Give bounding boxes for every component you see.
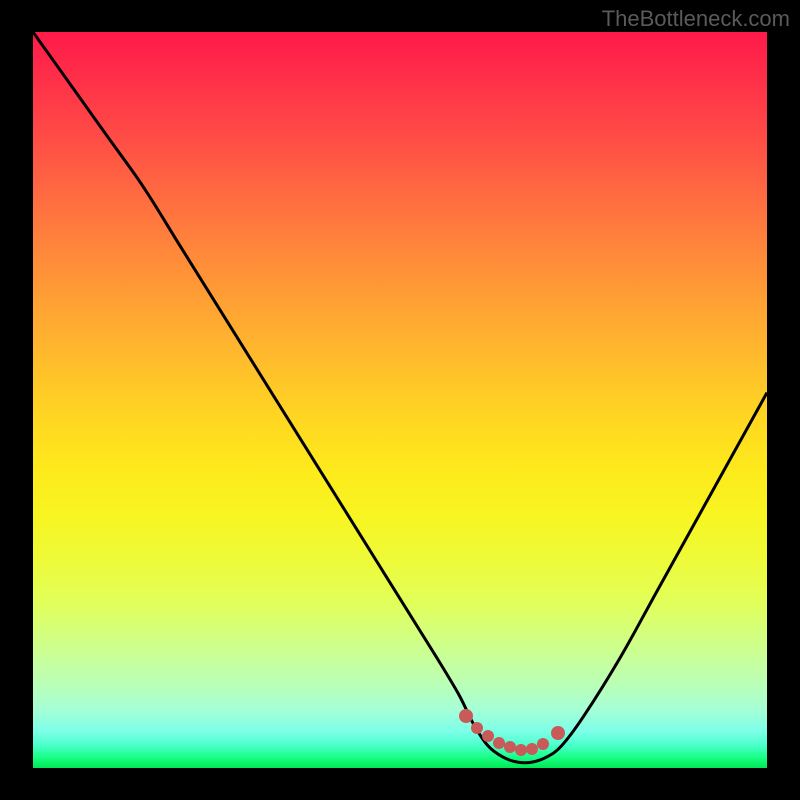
chart-marker bbox=[471, 722, 483, 734]
watermark-text: TheBottleneck.com bbox=[602, 6, 790, 32]
chart-marker bbox=[551, 726, 565, 740]
chart-curve-layer bbox=[33, 32, 767, 768]
chart-plot-area bbox=[33, 32, 767, 768]
bottleneck-curve bbox=[33, 32, 767, 763]
